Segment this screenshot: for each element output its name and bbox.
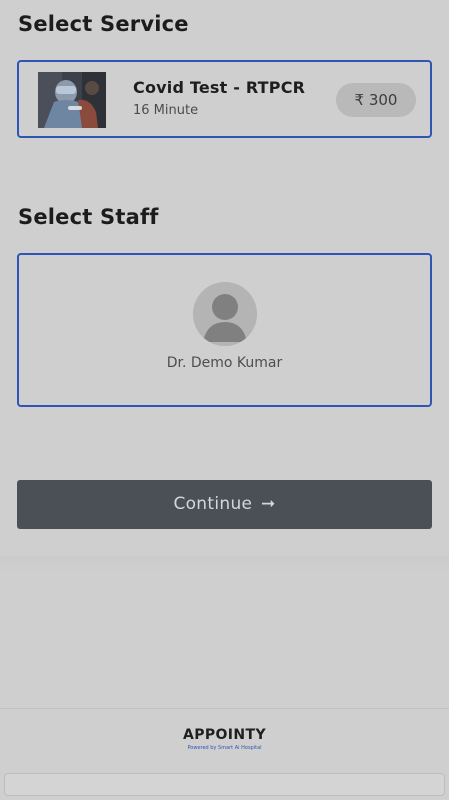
service-photo-icon bbox=[38, 72, 106, 128]
staff-avatar bbox=[193, 282, 257, 346]
continue-label: Continue bbox=[173, 494, 253, 514]
continue-button[interactable]: Continue ➞ bbox=[17, 480, 432, 529]
content-bottom-shadow bbox=[0, 556, 449, 574]
select-staff-heading: Select Staff bbox=[18, 205, 159, 229]
service-duration: 16 Minute bbox=[133, 103, 199, 118]
user-avatar-icon bbox=[193, 282, 257, 346]
staff-card[interactable]: Dr. Demo Kumar bbox=[17, 253, 432, 407]
select-service-heading: Select Service bbox=[18, 12, 189, 36]
staff-name: Dr. Demo Kumar bbox=[166, 355, 283, 371]
brand-logo-text: APPOINTY bbox=[182, 727, 267, 743]
arrow-right-icon: ➞ bbox=[261, 494, 276, 514]
booking-page: Select Service Covid Test - RTPCR 16 Min… bbox=[0, 0, 449, 800]
service-price-badge: ₹ 300 bbox=[336, 83, 416, 117]
service-card[interactable]: Covid Test - RTPCR 16 Minute ₹ 300 bbox=[17, 60, 432, 138]
service-thumbnail bbox=[38, 72, 106, 128]
footer-divider bbox=[0, 708, 449, 709]
service-name: Covid Test - RTPCR bbox=[133, 78, 306, 97]
bottom-nav-bar bbox=[4, 773, 445, 796]
powered-by-text: Powered by Smart Ai Hospital bbox=[187, 745, 262, 751]
